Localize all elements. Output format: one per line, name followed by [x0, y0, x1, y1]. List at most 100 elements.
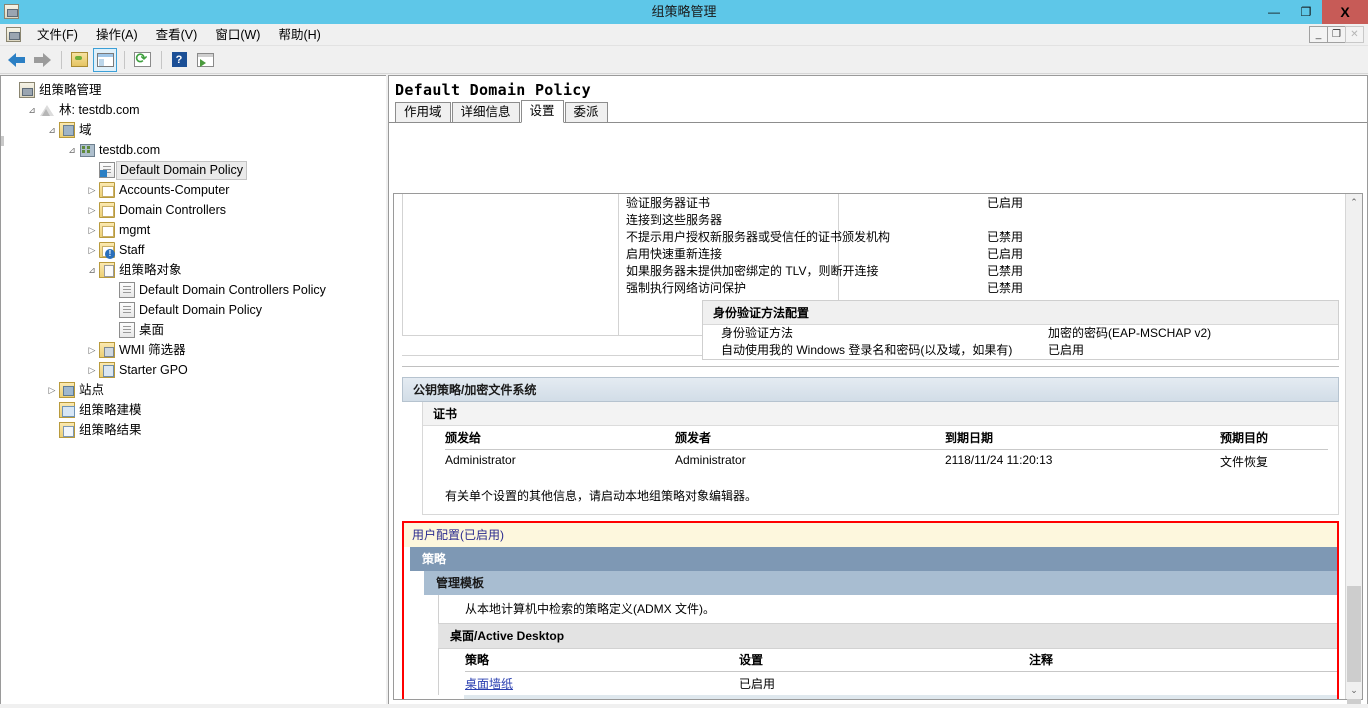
- tree-item-mgmt[interactable]: ▷ mgmt: [1, 220, 386, 240]
- col-intended-purpose: 预期目的: [1220, 426, 1328, 450]
- close-button[interactable]: X: [1322, 0, 1368, 24]
- back-arrow-icon[interactable]: [4, 48, 28, 72]
- tree-item-组策略结果[interactable]: 组策略结果: [1, 420, 386, 440]
- tree-item-label: 域: [79, 123, 92, 137]
- report-pane: Default Domain Policy 作用域 详细信息 设置 委派 验证服…: [388, 75, 1368, 708]
- child-window-controls: _ ❐ ✕: [1309, 26, 1364, 43]
- tree-item-domain-controllers[interactable]: ▷ Domain Controllers: [1, 200, 386, 220]
- tree-item-label: Accounts-Computer: [119, 183, 230, 197]
- results-icon: [59, 422, 75, 438]
- tree-expander-icon[interactable]: ▷: [45, 380, 59, 400]
- eap-setting-value: 已启用: [987, 196, 1024, 210]
- report-body: 验证服务器证书 已启用 连接到这些服务器 不提示用户授权新服务器或受信任的证书颁发机构…: [394, 194, 1345, 699]
- tabstrip: 作用域 详细信息 设置 委派: [389, 100, 1367, 123]
- console-tree-pane: 组策略管理 ⊿ 林: testdb.com ⊿ 域 ⊿ testdb.com Default …: [0, 75, 386, 708]
- tree-expander-icon[interactable]: ▷: [85, 360, 99, 380]
- user-configuration-header: 用户配置(已启用): [404, 523, 1337, 547]
- tree-expander-icon[interactable]: ⊿: [45, 120, 59, 140]
- minimize-button[interactable]: —: [1258, 0, 1290, 24]
- help-icon[interactable]: ?: [167, 48, 191, 72]
- tree-item-域[interactable]: ⊿ 域: [1, 120, 386, 140]
- tree-expander-icon[interactable]: ⊿: [85, 260, 99, 280]
- tree-item-default-domain-policy[interactable]: Default Domain Policy: [1, 160, 386, 180]
- table-row: 桌面墙纸 已启用: [465, 672, 1337, 695]
- tree-item-accounts-computer[interactable]: ▷ Accounts-Computer: [1, 180, 386, 200]
- model-icon: [59, 402, 75, 418]
- col-issued-to: 颁发给: [445, 426, 675, 450]
- certificates-subheader: 证书: [423, 402, 1338, 426]
- eap-setting-value: 已禁用: [987, 264, 1024, 278]
- menu-item-action[interactable]: 操作(A): [87, 25, 147, 45]
- tree-item-组策略管理[interactable]: 组策略管理: [1, 80, 386, 100]
- tab-scope[interactable]: 作用域: [395, 102, 451, 123]
- tree-item-label: Domain Controllers: [119, 203, 226, 217]
- tree-item-组策略建模[interactable]: 组策略建模: [1, 400, 386, 420]
- refresh-icon[interactable]: [130, 48, 154, 72]
- gpo-icon: [119, 322, 135, 338]
- menu-item-view[interactable]: 查看(V): [147, 25, 207, 45]
- tree-item-林:-testdb.com[interactable]: ⊿ 林: testdb.com: [1, 100, 386, 120]
- tree-item-桌面[interactable]: 桌面: [1, 320, 386, 340]
- tree-item-label: 组策略管理: [39, 83, 102, 97]
- policy-link-desktop-wallpaper[interactable]: 桌面墙纸: [465, 677, 513, 691]
- tree-item-default-domain-controllers-policy[interactable]: Default Domain Controllers Policy: [1, 280, 386, 300]
- status-bar: [0, 704, 1368, 708]
- eap-setting-name: 连接到这些服务器: [626, 213, 723, 227]
- wallpaper-detail-value: \\testdb.com\sysvol\testdb.com\scripts\i…: [866, 697, 1337, 699]
- gpoc-icon: [99, 262, 115, 278]
- tab-details[interactable]: 详细信息: [451, 102, 520, 123]
- tree-expander-icon[interactable]: ▷: [85, 180, 99, 200]
- wallpaper-detail-row: 墙纸名称:\\testdb.com\sysvol\testdb.com\scri…: [464, 697, 1337, 699]
- auth-method-name: 身份验证方法: [721, 326, 794, 340]
- eap-setting-value: 已禁用: [987, 230, 1024, 244]
- child-minimize-button[interactable]: _: [1309, 26, 1328, 43]
- tab-delegation[interactable]: 委派: [564, 102, 608, 123]
- eap-row-list: 验证服务器证书 已启用 连接到这些服务器 不提示用户授权新服务器或受信任的证书颁发机构…: [624, 195, 1339, 297]
- active-desktop-section-header: 桌面/Active Desktop: [438, 623, 1337, 649]
- tree-item-站点[interactable]: ▷ 站点: [1, 380, 386, 400]
- restore-button[interactable]: ❐: [1290, 0, 1322, 24]
- show-folder-icon[interactable]: [67, 48, 91, 72]
- tree-expander-icon[interactable]: ▷: [85, 200, 99, 220]
- folder-icon: [99, 222, 115, 238]
- window-action-icon[interactable]: [193, 48, 217, 72]
- show-pane-icon[interactable]: [93, 47, 117, 72]
- tree-item-label: 组策略对象: [119, 263, 182, 277]
- user-configuration-highlight-box: 用户配置(已启用) 策略 管理模板 从本地计算机中检索的策略定义(ADMX 文件…: [402, 521, 1339, 699]
- tree-expander-icon[interactable]: ⊿: [65, 140, 79, 160]
- eap-setting-value: [987, 212, 1339, 229]
- child-restore-button[interactable]: ❐: [1327, 26, 1346, 43]
- auth-method-rows: 身份验证方法 加密的密码(EAP-MSCHAP v2) 自动使用我的 Windows…: [703, 325, 1338, 359]
- tree-expander-icon[interactable]: ⊿: [25, 100, 39, 120]
- scroll-down-button[interactable]: ⌄: [1346, 682, 1362, 699]
- folder-icon: [99, 182, 115, 198]
- child-close-button[interactable]: ✕: [1345, 26, 1364, 43]
- tree-expander-icon[interactable]: ▷: [85, 240, 99, 260]
- policy-table-header: 策略 设置 注释: [465, 649, 1337, 672]
- tree-item-testdb.com[interactable]: ⊿ testdb.com: [1, 140, 386, 160]
- tree-item-staff[interactable]: ▷ Staff: [1, 240, 386, 260]
- pane-grip: [1, 136, 4, 146]
- tree-item-label: 组策略建模: [79, 403, 142, 417]
- forward-arrow-icon[interactable]: [30, 48, 54, 72]
- tree-item-wmi-筛选器[interactable]: ▷ WMI 筛选器: [1, 340, 386, 360]
- menu-item-file[interactable]: 文件(F): [28, 25, 87, 45]
- tab-settings[interactable]: 设置: [520, 100, 564, 123]
- starter-icon: [99, 362, 115, 378]
- menu-bar: 文件(F) 操作(A) 查看(V) 窗口(W) 帮助(H) _ ❐ ✕: [0, 24, 1368, 46]
- report-vertical-scrollbar[interactable]: ⌃ ⌄: [1345, 194, 1362, 707]
- menu-item-window[interactable]: 窗口(W): [206, 25, 269, 45]
- tree-expander-icon[interactable]: ▷: [85, 340, 99, 360]
- public-key-section: 公钥策略/加密文件系统 证书 颁发给 颁发者 到期日期 预期目的 Adminis…: [402, 377, 1339, 515]
- tree-expander-icon[interactable]: ▷: [85, 220, 99, 240]
- scroll-up-button[interactable]: ⌃: [1346, 194, 1362, 211]
- tree-item-default-domain-policy[interactable]: Default Domain Policy: [1, 300, 386, 320]
- tree-item-组策略对象[interactable]: ⊿ 组策略对象: [1, 260, 386, 280]
- tree-item-starter-gpo[interactable]: ▷ Starter GPO: [1, 360, 386, 380]
- auth-method-row: 身份验证方法 加密的密码(EAP-MSCHAP v2): [703, 325, 1338, 342]
- gpo-icon: [99, 162, 115, 178]
- menu-item-help[interactable]: 帮助(H): [269, 25, 329, 45]
- eap-settings-fragment: 验证服务器证书 已启用 连接到这些服务器 不提示用户授权新服务器或受信任的证书颁发机构…: [402, 194, 1339, 373]
- eap-setting-name: 如果服务器未提供加密绑定的 TLV，则断开连接: [626, 264, 879, 278]
- tree-item-label: WMI 筛选器: [119, 343, 186, 357]
